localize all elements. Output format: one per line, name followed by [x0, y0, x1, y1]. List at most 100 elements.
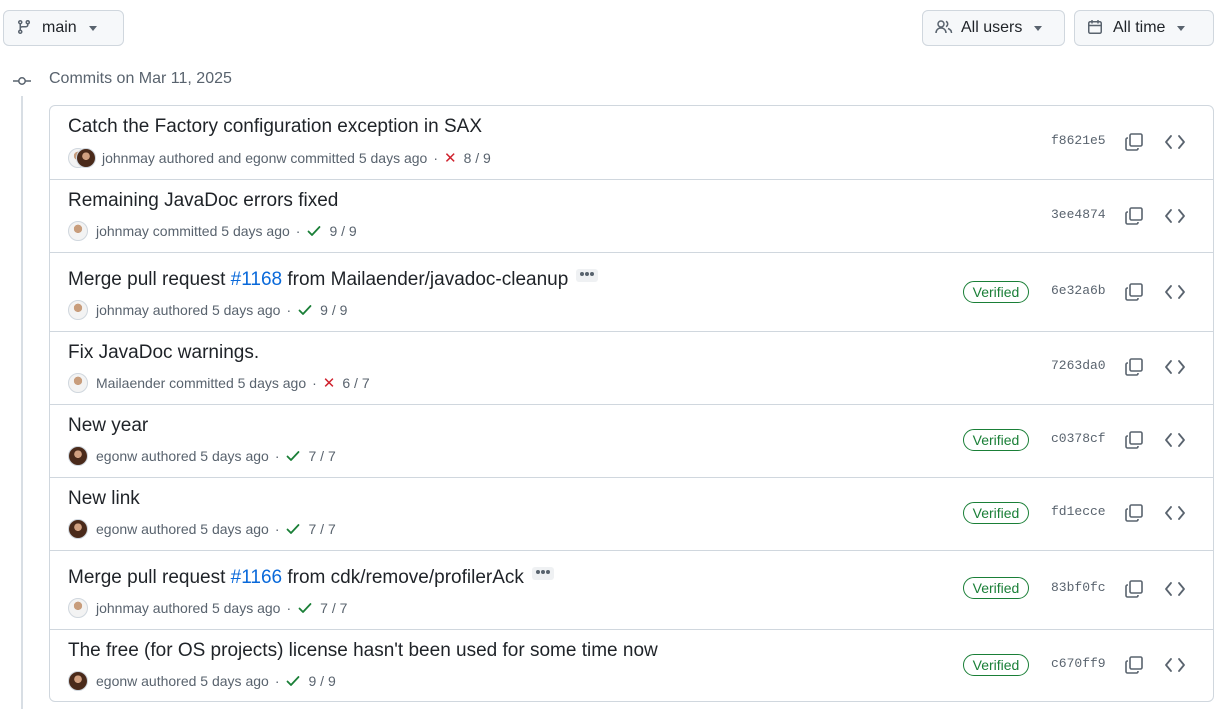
copy-icon[interactable] — [1124, 206, 1144, 226]
code-icon[interactable] — [1164, 579, 1186, 599]
commit-row: Fix JavaDoc warnings. Mailaender committ… — [50, 331, 1213, 404]
check-icon[interactable] — [285, 673, 301, 689]
commit-title[interactable]: Remaining JavaDoc errors fixed — [68, 190, 338, 212]
checks-count: 8 / 9 — [463, 150, 491, 166]
code-icon[interactable] — [1164, 430, 1186, 450]
copy-icon[interactable] — [1124, 503, 1144, 523]
pull-request-link[interactable]: #1168 — [231, 269, 282, 290]
code-icon[interactable] — [1164, 357, 1186, 377]
checks-count: 9 / 9 — [329, 223, 357, 239]
commit-author-text: johnmay authored 5 days ago — [96, 302, 281, 318]
commit-title-prefix: Merge pull request — [68, 269, 231, 290]
commit-title-suffix: from Mailaender/javadoc-cleanup — [282, 269, 569, 290]
avatar[interactable] — [68, 446, 88, 466]
verified-badge[interactable]: Verified — [963, 654, 1029, 676]
commit-sha[interactable]: 83bf0fc — [1051, 580, 1106, 595]
commit-title[interactable]: Fix JavaDoc warnings. — [68, 342, 259, 364]
commit-sha[interactable]: 3ee4874 — [1051, 207, 1106, 222]
time-filter-button[interactable]: All time — [1074, 10, 1214, 46]
checks-count: 9 / 9 — [320, 302, 348, 318]
commit-title-suffix: from cdk/remove/profilerAck — [282, 567, 524, 588]
commit-title[interactable]: The free (for OS projects) license hasn'… — [68, 640, 658, 662]
x-icon[interactable]: ✕ — [444, 149, 457, 167]
commit-sha[interactable]: 6e32a6b — [1051, 283, 1106, 298]
users-filter-label: All users — [961, 19, 1023, 36]
copy-icon[interactable] — [1124, 132, 1144, 152]
commit-meta: johnmay authored 5 days ago · 9 / 9 — [68, 300, 347, 320]
chevron-down-icon — [88, 25, 97, 31]
separator-dot: · — [274, 673, 280, 689]
commit-meta: johnmay committed 5 days ago · 9 / 9 — [68, 221, 357, 241]
commit-list: Catch the Factory configuration exceptio… — [49, 105, 1214, 702]
check-icon[interactable] — [297, 600, 313, 616]
expand-description-button[interactable] — [576, 269, 599, 282]
commit-row: Merge pull request #1168 from Mailaender… — [50, 252, 1213, 331]
commit-author-text: egonw authored 5 days ago — [96, 448, 269, 464]
copy-icon[interactable] — [1124, 579, 1144, 599]
commit-author-text: egonw authored 5 days ago — [96, 673, 269, 689]
checks-count: 9 / 9 — [308, 673, 336, 689]
commit-meta: Mailaender committed 5 days ago · ✕ 6 / … — [68, 373, 370, 393]
branch-selector-button[interactable]: main — [3, 10, 124, 46]
verified-badge[interactable]: Verified — [963, 577, 1029, 599]
separator-dot: · — [295, 223, 301, 239]
avatar — [76, 148, 96, 168]
code-icon[interactable] — [1164, 132, 1186, 152]
avatar-group[interactable] — [68, 148, 96, 168]
separator-dot: · — [274, 521, 280, 537]
x-icon[interactable]: ✕ — [323, 374, 336, 392]
users-filter-button[interactable]: All users — [922, 10, 1065, 46]
commit-title[interactable]: Catch the Factory configuration exceptio… — [68, 116, 482, 138]
commit-title[interactable]: Merge pull request #1168 from Mailaender… — [68, 269, 599, 291]
branch-label: main — [42, 19, 77, 36]
commit-title[interactable]: New year — [68, 415, 148, 437]
commit-author-text: egonw authored 5 days ago — [96, 521, 269, 537]
commit-row: The free (for OS projects) license hasn'… — [50, 629, 1213, 701]
expand-description-button[interactable] — [531, 567, 554, 580]
checks-count: 6 / 7 — [342, 375, 370, 391]
copy-icon[interactable] — [1124, 655, 1144, 675]
code-icon[interactable] — [1164, 503, 1186, 523]
commit-meta: egonw authored 5 days ago · 7 / 7 — [68, 446, 336, 466]
separator-dot: · — [312, 375, 317, 391]
chevron-down-icon — [1177, 25, 1186, 31]
commit-sha[interactable]: c670ff9 — [1051, 656, 1106, 671]
commit-sha[interactable]: fd1ecce — [1051, 504, 1106, 519]
checks-count: 7 / 7 — [308, 448, 336, 464]
commit-meta: egonw authored 5 days ago · 7 / 7 — [68, 519, 336, 539]
check-icon[interactable] — [306, 223, 322, 239]
avatar[interactable] — [68, 671, 88, 691]
separator-dot: · — [433, 150, 438, 166]
avatar[interactable] — [68, 598, 88, 618]
verified-badge[interactable]: Verified — [963, 281, 1029, 303]
commit-author-text: johnmay authored 5 days ago — [96, 600, 281, 616]
avatar[interactable] — [68, 373, 88, 393]
time-filter-label: All time — [1113, 19, 1166, 36]
code-icon[interactable] — [1164, 206, 1186, 226]
commit-meta: johnmay authored 5 days ago · 7 / 7 — [68, 598, 347, 618]
git-branch-icon — [16, 19, 34, 37]
pull-request-link[interactable]: #1166 — [231, 567, 282, 588]
verified-badge[interactable]: Verified — [963, 429, 1029, 451]
commit-title[interactable]: New link — [68, 488, 140, 510]
commit-title[interactable]: Merge pull request #1166 from cdk/remove… — [68, 567, 554, 589]
copy-icon[interactable] — [1124, 282, 1144, 302]
copy-icon[interactable] — [1124, 357, 1144, 377]
avatar[interactable] — [68, 519, 88, 539]
code-icon[interactable] — [1164, 655, 1186, 675]
verified-badge[interactable]: Verified — [963, 502, 1029, 524]
commit-row: New link egonw authored 5 days ago · 7 /… — [50, 477, 1213, 550]
commit-sha[interactable]: f8621e5 — [1051, 133, 1106, 148]
commit-sha[interactable]: 7263da0 — [1051, 358, 1106, 373]
people-icon — [935, 19, 953, 37]
check-icon[interactable] — [285, 448, 301, 464]
avatar[interactable] — [68, 300, 88, 320]
commit-author-text: johnmay committed 5 days ago — [96, 223, 290, 239]
commit-sha[interactable]: c0378cf — [1051, 431, 1106, 446]
copy-icon[interactable] — [1124, 430, 1144, 450]
check-icon[interactable] — [297, 302, 313, 318]
checks-count: 7 / 7 — [320, 600, 348, 616]
code-icon[interactable] — [1164, 282, 1186, 302]
check-icon[interactable] — [285, 521, 301, 537]
avatar[interactable] — [68, 221, 88, 241]
